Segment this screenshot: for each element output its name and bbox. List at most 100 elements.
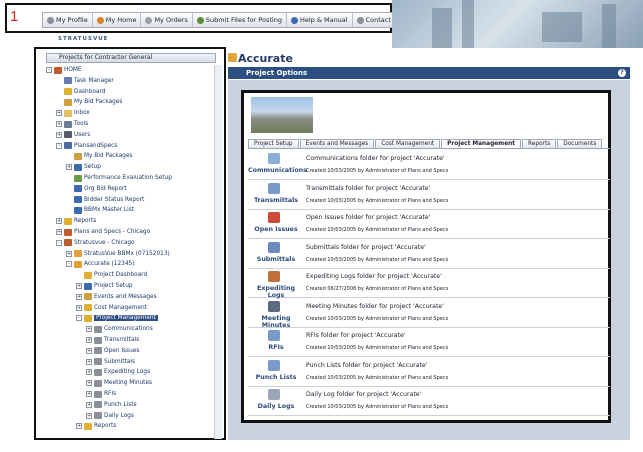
- folder-link[interactable]: Communications: [248, 167, 307, 174]
- expand-icon[interactable]: +: [66, 164, 72, 171]
- tree-scrollbar[interactable]: [214, 65, 222, 439]
- folder-link[interactable]: Open Issues: [248, 226, 304, 233]
- transmittals-icon[interactable]: [268, 182, 280, 194]
- collapse-icon[interactable]: -: [46, 67, 52, 73]
- tree-item[interactable]: BBMx Master List: [74, 205, 134, 215]
- tab-events-and-messages[interactable]: Events and Messages: [299, 139, 375, 148]
- open-issues-icon[interactable]: [268, 212, 280, 223]
- tree-item[interactable]: + Inbox: [56, 108, 90, 118]
- expand-icon[interactable]: +: [76, 293, 82, 300]
- expand-icon[interactable]: +: [76, 304, 82, 311]
- toolbar-item-my-orders[interactable]: My Orders: [141, 13, 193, 27]
- tree-item[interactable]: - Accurate (12345): [66, 259, 135, 269]
- tree-item[interactable]: + Setup: [66, 162, 101, 172]
- expand-icon[interactable]: +: [56, 229, 62, 235]
- punch-lists-icon[interactable]: [268, 359, 280, 371]
- rfis-icon[interactable]: [268, 330, 280, 341]
- folder-row[interactable]: Communications Communications folder for …: [248, 151, 610, 180]
- tab-documents[interactable]: Documents: [557, 139, 603, 148]
- expand-icon[interactable]: +: [86, 337, 92, 343]
- tree-item[interactable]: - Project Management: [76, 313, 158, 323]
- folder-row[interactable]: Open Issues Open Issues folder for projec…: [248, 210, 610, 239]
- folder-link[interactable]: Daily Logs: [248, 403, 304, 410]
- expand-icon[interactable]: +: [56, 110, 62, 117]
- folder-row[interactable]: RFIs RFIs folder for project 'Accurate' Cr…: [248, 328, 610, 357]
- folder-row[interactable]: Transmittals Transmittals folder for proj…: [248, 181, 610, 210]
- tree-item[interactable]: + Submittals: [86, 357, 135, 367]
- expand-icon[interactable]: +: [76, 283, 82, 289]
- tree-item[interactable]: Project Dashboard: [84, 270, 147, 280]
- collapse-icon[interactable]: -: [56, 239, 62, 246]
- folder-link[interactable]: Transmittals: [248, 197, 304, 204]
- tree-item[interactable]: My Bid Packages: [74, 151, 132, 161]
- submittals-icon[interactable]: [268, 241, 280, 253]
- tree-item[interactable]: Performance Evaluation Setup: [74, 173, 172, 183]
- folder-link[interactable]: Submittals: [248, 256, 304, 263]
- expand-icon[interactable]: +: [86, 391, 92, 397]
- tree-item[interactable]: - PlansandSpecs: [56, 141, 117, 151]
- expand-icon[interactable]: +: [66, 250, 72, 257]
- toolbar-item-submit-files-for-posting[interactable]: Submit Files for Posting: [192, 13, 287, 27]
- tree-item[interactable]: + StratusVue BBMx (07152013): [66, 249, 170, 259]
- tree-item[interactable]: Task Manager: [64, 76, 114, 86]
- tree-item[interactable]: + Communications: [86, 324, 153, 334]
- tree-item[interactable]: Dashboard: [64, 87, 105, 97]
- tree-item[interactable]: My Bid Packages: [64, 97, 122, 107]
- tree-item[interactable]: + Reports: [76, 421, 116, 431]
- folder-row[interactable]: Submittals Submittals folder for project …: [248, 240, 610, 269]
- folder-row[interactable]: Meeting Minutes Meeting Minutes folder fo…: [248, 299, 610, 329]
- collapse-icon[interactable]: -: [76, 315, 82, 322]
- tree-item[interactable]: + Daily Logs: [86, 411, 134, 421]
- daily-logs-icon[interactable]: [268, 389, 280, 400]
- tree-item[interactable]: + Tools: [56, 119, 88, 129]
- expediting-logs-icon[interactable]: [268, 271, 280, 282]
- folder-row[interactable]: Punch Lists Punch Lists folder for projec…: [248, 358, 610, 387]
- tree-item[interactable]: + Plans and Specs - Chicago: [56, 227, 150, 237]
- folder-link[interactable]: Punch Lists: [248, 374, 304, 381]
- tab-cost-management[interactable]: Cost Management: [375, 139, 441, 148]
- expand-icon[interactable]: +: [76, 423, 82, 430]
- toolbar-item-help-manual[interactable]: Help & Manual: [286, 13, 353, 27]
- tree-item[interactable]: + Meeting Minutes: [86, 378, 152, 388]
- toolbar-item-my-profile[interactable]: My Profile: [43, 13, 93, 27]
- tree-item[interactable]: Bidder Status Report: [74, 195, 144, 205]
- folder-link[interactable]: RFIs: [248, 344, 304, 351]
- folder-row[interactable]: Daily Logs Daily Log folder for project '…: [248, 387, 610, 416]
- communications-icon[interactable]: [268, 153, 280, 164]
- tree-item[interactable]: - Stratusvue - Chicago: [56, 238, 135, 248]
- expand-icon[interactable]: +: [86, 401, 92, 408]
- tree-item[interactable]: + Transmittals: [86, 335, 139, 345]
- folder-link[interactable]: Meeting Minutes: [248, 315, 304, 329]
- tab-project-setup[interactable]: Project Setup: [248, 139, 299, 148]
- meeting-minutes-icon[interactable]: [268, 300, 280, 312]
- tree-item[interactable]: + Users: [56, 130, 90, 140]
- tree-item[interactable]: + Cost Management: [76, 303, 147, 313]
- collapse-icon[interactable]: -: [66, 261, 72, 268]
- expand-icon[interactable]: +: [86, 358, 92, 365]
- tree-item[interactable]: - HOME: [46, 65, 82, 75]
- help-icon[interactable]: ?: [618, 69, 626, 77]
- expand-icon[interactable]: +: [86, 326, 92, 333]
- tree-item[interactable]: + Events and Messages: [76, 292, 157, 302]
- folder-link[interactable]: Expediting Logs: [248, 285, 304, 299]
- tree-item[interactable]: + Open Issues: [86, 346, 139, 356]
- expand-icon[interactable]: +: [86, 347, 92, 354]
- collapse-icon[interactable]: -: [56, 142, 62, 149]
- tree-item[interactable]: + Punch Lists: [86, 400, 137, 410]
- folder-row[interactable]: Expediting Logs Expediting Logs folder fo…: [248, 269, 610, 299]
- tree-item[interactable]: + Reports: [56, 216, 96, 226]
- expand-icon[interactable]: +: [86, 412, 92, 419]
- tab-reports[interactable]: Reports: [522, 139, 557, 148]
- tree-item[interactable]: Org Bid Report: [74, 184, 127, 194]
- tree-item[interactable]: + Project Setup: [76, 281, 133, 291]
- tree-item[interactable]: + RFIs: [86, 389, 116, 399]
- tree-item[interactable]: + Expediting Logs: [86, 367, 150, 377]
- expand-icon[interactable]: +: [86, 369, 92, 376]
- expand-icon[interactable]: +: [86, 380, 92, 387]
- expand-icon[interactable]: +: [56, 121, 62, 127]
- tab-project-management[interactable]: Project Management: [441, 139, 522, 148]
- expand-icon[interactable]: +: [56, 131, 62, 138]
- expand-icon[interactable]: +: [56, 218, 62, 225]
- folder-description: RFIs folder for project 'Accurate': [306, 332, 406, 339]
- toolbar-item-my-home[interactable]: My Home: [92, 13, 142, 27]
